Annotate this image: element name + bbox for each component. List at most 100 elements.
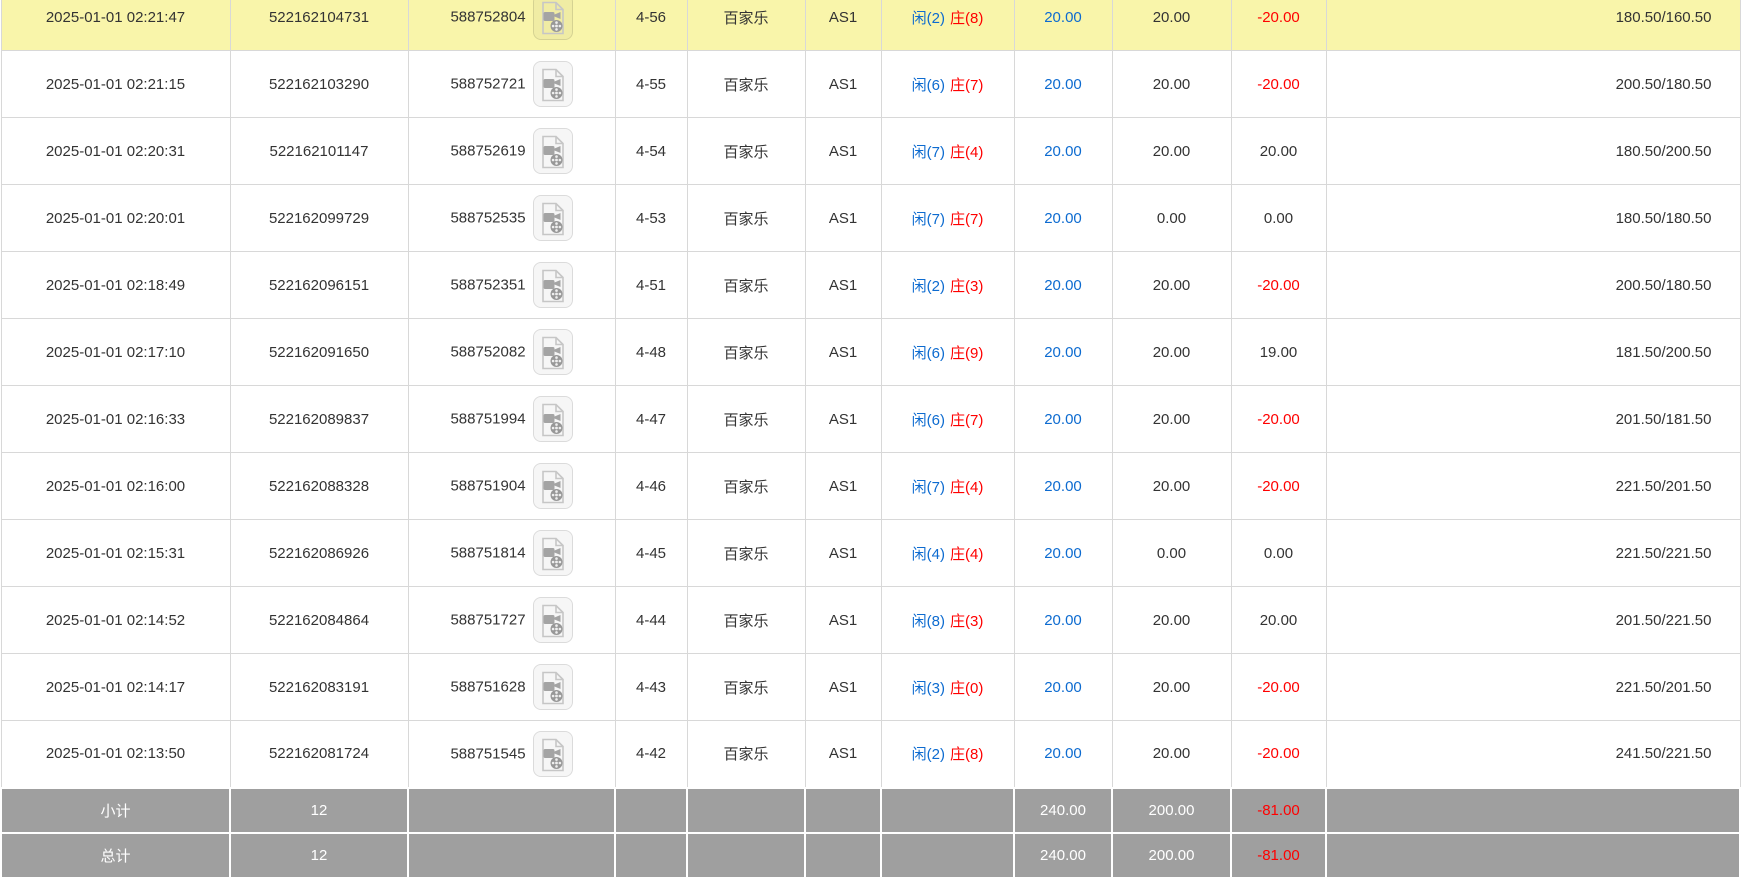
win-loss: -20.00 [1231, 453, 1326, 520]
summary-row: 小计 12 240.00 200.00 -81.00 [1, 788, 1740, 833]
win-loss: 20.00 [1231, 118, 1326, 185]
table-row: 2025-01-01 02:16:33 522162089837 5887519… [1, 386, 1740, 453]
summary-empty-cell [881, 833, 1014, 878]
summary-winloss-total: -81.00 [1231, 788, 1326, 833]
bet-time: 2025-01-01 02:18:49 [1, 252, 230, 319]
player-result: 闲(2) [912, 746, 945, 763]
table-row: 2025-01-01 02:21:15 522162103290 5887527… [1, 51, 1740, 118]
order-number: 522162088328 [230, 453, 408, 520]
valid-amount: 20.00 [1112, 0, 1231, 51]
banker-result: 庄(8) [950, 10, 983, 27]
order-number: 522162096151 [230, 252, 408, 319]
summary-empty-cell [805, 833, 881, 878]
video-replay-icon [539, 1, 567, 35]
player-result: 闲(7) [912, 144, 945, 161]
video-replay-button[interactable] [533, 731, 573, 777]
round-number: 4-54 [615, 118, 687, 185]
round-number: 4-51 [615, 252, 687, 319]
game-result: 闲(3)庄(0) [881, 654, 1014, 721]
win-loss: 0.00 [1231, 520, 1326, 587]
video-replay-button[interactable] [533, 664, 573, 710]
player-result: 闲(6) [912, 77, 945, 94]
round-number: 4-53 [615, 185, 687, 252]
round-number: 4-47 [615, 386, 687, 453]
game-result: 闲(6)庄(7) [881, 51, 1014, 118]
video-replay-button[interactable] [533, 329, 573, 375]
bet-amount-link[interactable]: 20.00 [1014, 51, 1112, 118]
summary-empty-cell [408, 833, 615, 878]
round-number: 4-48 [615, 319, 687, 386]
balance: 221.50/221.50 [1326, 520, 1740, 587]
bet-amount-link[interactable]: 20.00 [1014, 721, 1112, 788]
game-number: 588751904 [450, 478, 525, 495]
round-number: 4-42 [615, 721, 687, 788]
bet-amount-link[interactable]: 20.00 [1014, 185, 1112, 252]
balance: 221.50/201.50 [1326, 453, 1740, 520]
game-number-cell: 588752535 [408, 185, 615, 252]
game-number: 588752351 [450, 277, 525, 294]
win-loss: -20.00 [1231, 0, 1326, 51]
video-replay-button[interactable] [533, 396, 573, 442]
video-replay-button[interactable] [533, 128, 573, 174]
game-number: 588751994 [450, 411, 525, 428]
bet-time: 2025-01-01 02:21:15 [1, 51, 230, 118]
valid-amount: 20.00 [1112, 319, 1231, 386]
bet-time: 2025-01-01 02:17:10 [1, 319, 230, 386]
game-number-cell: 588751814 [408, 520, 615, 587]
summary-label: 小计 [1, 788, 230, 833]
bet-amount-link[interactable]: 20.00 [1014, 654, 1112, 721]
bet-amount-link[interactable]: 20.00 [1014, 386, 1112, 453]
bet-amount-link[interactable]: 20.00 [1014, 453, 1112, 520]
bet-amount-link[interactable]: 20.00 [1014, 319, 1112, 386]
game-type: 百家乐 [687, 453, 805, 520]
table-row: 2025-01-01 02:18:49 522162096151 5887523… [1, 252, 1740, 319]
game-result: 闲(2)庄(8) [881, 0, 1014, 51]
summary-bet-total: 240.00 [1014, 833, 1112, 878]
bet-amount-link[interactable]: 20.00 [1014, 520, 1112, 587]
valid-amount: 20.00 [1112, 118, 1231, 185]
balance: 200.50/180.50 [1326, 51, 1740, 118]
bet-amount-link[interactable]: 20.00 [1014, 118, 1112, 185]
win-loss: -20.00 [1231, 721, 1326, 788]
bet-amount-link[interactable]: 20.00 [1014, 587, 1112, 654]
balance: 221.50/201.50 [1326, 654, 1740, 721]
bet-time: 2025-01-01 02:16:33 [1, 386, 230, 453]
valid-amount: 20.00 [1112, 453, 1231, 520]
banker-result: 庄(3) [950, 278, 983, 295]
player-result: 闲(3) [912, 680, 945, 697]
summary-empty-cell [687, 833, 805, 878]
table-code: AS1 [805, 185, 881, 252]
summary-label: 总计 [1, 833, 230, 878]
game-type: 百家乐 [687, 587, 805, 654]
video-replay-button[interactable] [533, 0, 573, 40]
table-code: AS1 [805, 453, 881, 520]
game-type: 百家乐 [687, 654, 805, 721]
video-replay-button[interactable] [533, 262, 573, 308]
table-code: AS1 [805, 51, 881, 118]
game-number: 588751727 [450, 612, 525, 629]
video-replay-button[interactable] [533, 195, 573, 241]
round-number: 4-56 [615, 0, 687, 51]
bet-amount-link[interactable]: 20.00 [1014, 252, 1112, 319]
win-loss: -20.00 [1231, 252, 1326, 319]
summary-empty-cell [408, 788, 615, 833]
video-replay-button[interactable] [533, 597, 573, 643]
game-number: 588752619 [450, 143, 525, 160]
valid-amount: 20.00 [1112, 654, 1231, 721]
banker-result: 庄(7) [950, 412, 983, 429]
valid-amount: 20.00 [1112, 51, 1231, 118]
order-number: 522162086926 [230, 520, 408, 587]
summary-empty-cell [881, 788, 1014, 833]
valid-amount: 20.00 [1112, 721, 1231, 788]
video-replay-button[interactable] [533, 530, 573, 576]
game-type: 百家乐 [687, 319, 805, 386]
player-result: 闲(8) [912, 613, 945, 630]
table-row: 2025-01-01 02:14:52 522162084864 5887517… [1, 587, 1740, 654]
game-number-cell: 588751994 [408, 386, 615, 453]
video-replay-button[interactable] [533, 463, 573, 509]
order-number: 522162103290 [230, 51, 408, 118]
video-replay-button[interactable] [533, 61, 573, 107]
table-code: AS1 [805, 520, 881, 587]
game-type: 百家乐 [687, 0, 805, 51]
bet-amount-link[interactable]: 20.00 [1014, 0, 1112, 51]
